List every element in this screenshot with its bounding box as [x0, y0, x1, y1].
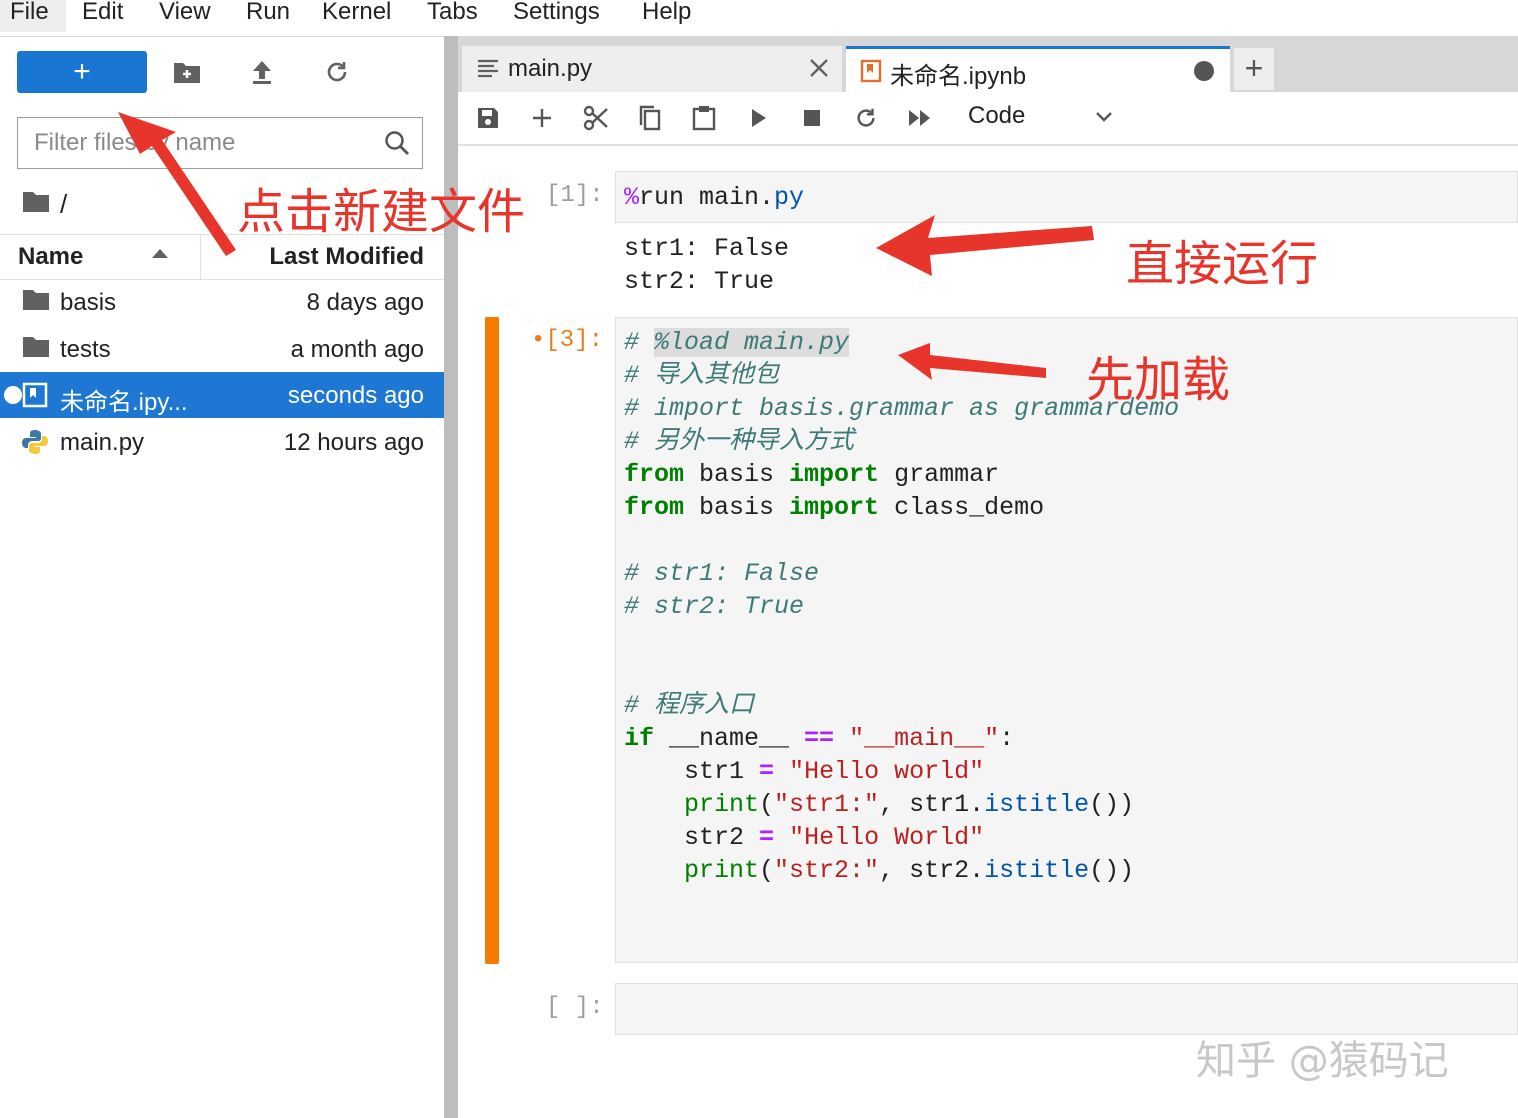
copy-icon[interactable]	[634, 102, 666, 134]
code-line: %run main.py	[624, 183, 805, 212]
breadcrumb-root[interactable]: /	[60, 189, 67, 220]
stop-icon[interactable]	[796, 102, 828, 134]
tab-label: 未命名.ipynb	[890, 63, 1027, 90]
file-name: basis	[60, 289, 117, 316]
column-divider	[200, 235, 201, 279]
menu-kernel[interactable]: Kernel	[322, 0, 391, 32]
refresh-icon[interactable]	[320, 55, 354, 89]
document-tab-bar: main.py 未命名.ipynb +	[458, 36, 1518, 92]
menu-edit[interactable]: Edit	[82, 0, 123, 32]
column-last-modified[interactable]: Last Modified	[269, 243, 424, 271]
cell-type-select[interactable]: Code	[968, 102, 1025, 130]
active-cell-indicator	[485, 317, 499, 964]
file-modified: a month ago	[290, 336, 424, 363]
file-row-basis[interactable]: basis 8 days ago	[0, 279, 444, 325]
notebook-panel: [1]: %run main.py str1: False str2: True …	[458, 146, 1518, 1118]
python-icon	[22, 429, 50, 455]
code-editor: # %load main.py # 导入其他包 # import basis.g…	[624, 328, 1180, 885]
output-line: str1: False	[624, 234, 790, 263]
breadcrumb: /	[22, 187, 67, 221]
annotation-new-file: 点击新建文件	[237, 184, 526, 240]
run-icon[interactable]	[742, 102, 774, 134]
menu-file[interactable]: File	[0, 0, 66, 32]
file-modified: 12 hours ago	[283, 429, 424, 456]
text-file-icon	[476, 58, 500, 87]
menu-tabs[interactable]: Tabs	[427, 0, 478, 32]
cell-output: str1: False str2: True	[624, 232, 789, 298]
cell-prompt: [ ]:	[546, 994, 604, 1021]
file-row-tests[interactable]: tests a month ago	[0, 326, 444, 372]
new-folder-icon[interactable]	[170, 55, 204, 89]
filter-input[interactable]	[18, 118, 378, 168]
chevron-down-icon[interactable]	[1094, 110, 1114, 129]
menu-help[interactable]: Help	[642, 0, 691, 32]
running-indicator-icon	[4, 386, 22, 404]
file-modified: 8 days ago	[306, 289, 424, 316]
insert-cell-icon[interactable]	[526, 102, 558, 134]
unsaved-dot-icon[interactable]	[1194, 61, 1214, 81]
cut-icon[interactable]	[580, 102, 612, 134]
tab-main-py[interactable]: main.py	[462, 46, 842, 92]
fast-forward-icon[interactable]	[904, 102, 936, 134]
code-cell-input-active[interactable]: # %load main.py # 导入其他包 # import basis.g…	[615, 317, 1518, 963]
menu-run[interactable]: Run	[246, 0, 290, 32]
notebook-icon	[860, 59, 882, 90]
search-icon	[384, 130, 410, 161]
new-launcher-button[interactable]: +	[17, 51, 147, 93]
column-name[interactable]: Name	[18, 243, 83, 271]
paste-icon[interactable]	[688, 102, 720, 134]
restart-icon[interactable]	[850, 102, 882, 134]
output-line: str2: True	[624, 267, 775, 296]
tab-label: main.py	[508, 55, 593, 82]
file-name: 未命名.ipy...	[60, 389, 188, 416]
menu-settings[interactable]: Settings	[513, 0, 600, 32]
folder-icon	[22, 289, 50, 315]
notebook-icon	[22, 382, 50, 408]
file-modified: seconds ago	[287, 382, 424, 409]
save-icon[interactable]	[472, 102, 504, 134]
filter-box	[17, 117, 423, 169]
file-row-main-py[interactable]: main.py 12 hours ago	[0, 419, 444, 465]
annotation-load-first: 先加载	[1086, 352, 1231, 408]
folder-icon	[22, 336, 50, 362]
notebook-toolbar: Code	[458, 92, 1518, 146]
add-tab-button[interactable]: +	[1234, 48, 1274, 90]
upload-icon[interactable]	[245, 55, 279, 89]
watermark: 知乎 @猿码记	[1196, 1038, 1449, 1084]
cell-prompt: [1]:	[546, 182, 604, 209]
menu-view[interactable]: View	[159, 0, 211, 32]
cell-prompt: •[3]:	[531, 327, 604, 354]
menu-bar: File Edit View Run Kernel Tabs Settings …	[0, 0, 1518, 37]
sort-ascending-icon	[152, 249, 168, 258]
code-cell-input[interactable]: %run main.py	[615, 171, 1518, 223]
annotation-run-direct: 直接运行	[1126, 236, 1319, 292]
file-row-notebook[interactable]: 未命名.ipy... seconds ago	[0, 372, 444, 418]
folder-icon[interactable]	[22, 189, 50, 220]
file-name: main.py	[60, 429, 145, 456]
close-icon[interactable]	[808, 57, 830, 86]
tab-notebook[interactable]: 未命名.ipynb	[846, 46, 1230, 92]
file-name: tests	[60, 336, 111, 363]
